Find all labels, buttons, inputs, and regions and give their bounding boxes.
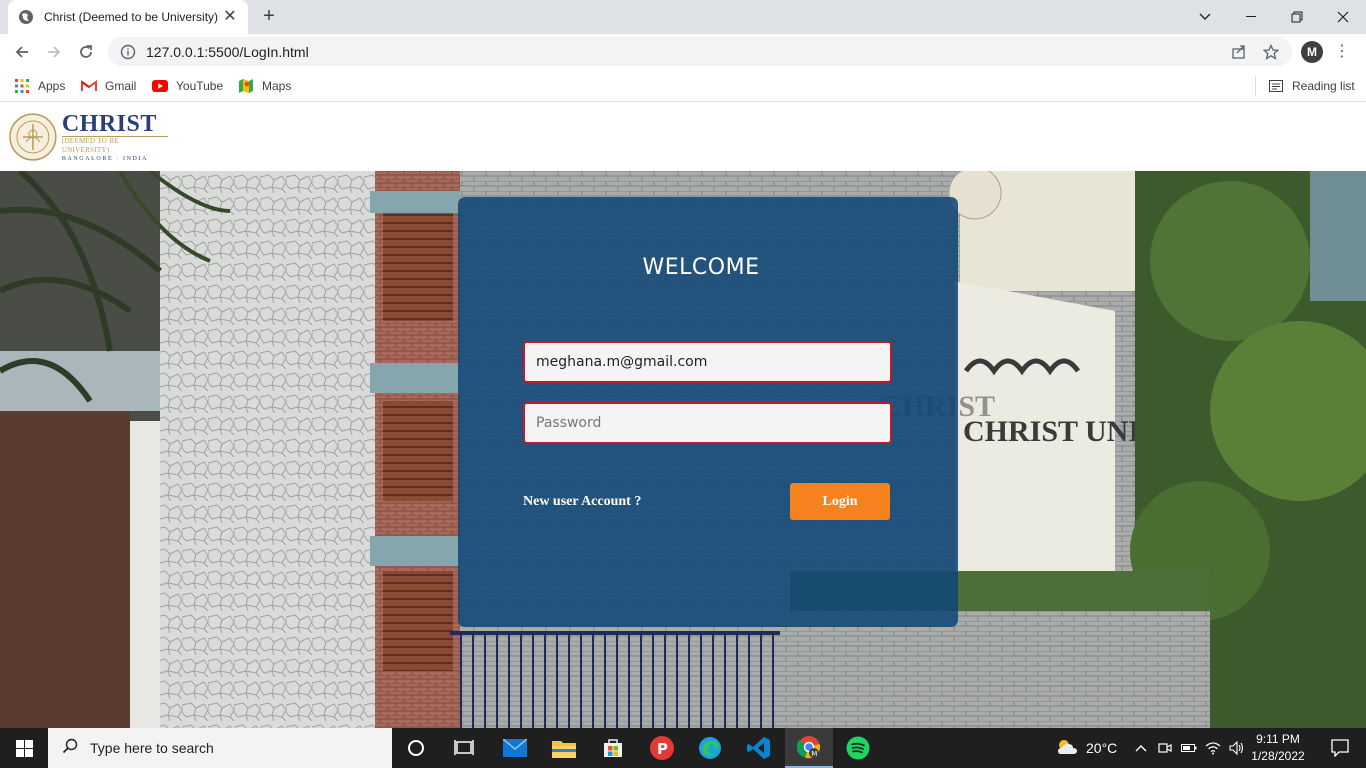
tab-search-chevron-icon[interactable] <box>1182 0 1228 34</box>
reading-list-icon <box>1268 78 1284 94</box>
login-button[interactable]: Login <box>790 483 890 520</box>
bookmark-gmail[interactable]: Gmail <box>81 76 136 96</box>
profile-avatar[interactable]: M <box>1301 41 1323 63</box>
bookmarks-bar: Apps Gmail YouTube Maps Reading list <box>0 70 1366 102</box>
email-field[interactable] <box>523 341 892 383</box>
new-user-account-link[interactable]: New user Account ? <box>523 494 641 510</box>
windows-taskbar: Type here to search P M 20°C 9:11 PM 1/2… <box>0 728 1366 768</box>
search-placeholder: Type here to search <box>90 740 214 756</box>
meet-now-icon[interactable] <box>1156 728 1174 768</box>
forward-arrow-icon[interactable] <box>40 38 68 66</box>
taskbar-search-box[interactable]: Type here to search <box>48 728 392 768</box>
tray-chevron-up-icon[interactable] <box>1132 728 1150 768</box>
bookmark-star-icon[interactable] <box>1261 42 1281 62</box>
pdf-app-icon[interactable]: P <box>638 728 686 768</box>
close-tab-icon[interactable]: ✕ <box>222 9 238 25</box>
edge-browser-icon[interactable] <box>686 728 734 768</box>
logo-name: CHRIST <box>61 110 157 137</box>
file-explorer-icon[interactable] <box>540 728 588 768</box>
maps-icon <box>238 78 254 94</box>
notification-center-icon[interactable] <box>1320 728 1360 768</box>
tab-title: Christ (Deemed to be University) <box>44 10 219 24</box>
logo-subtitle: (DEEMED TO BE UNIVERSITY) <box>61 135 168 155</box>
wifi-icon[interactable] <box>1204 728 1222 768</box>
minimize-button[interactable] <box>1228 0 1274 34</box>
share-icon[interactable] <box>1229 42 1249 62</box>
login-card: WELCOME New user Account ? Login <box>458 197 958 627</box>
password-field[interactable] <box>523 402 892 444</box>
restore-button[interactable] <box>1274 0 1320 34</box>
close-window-button[interactable] <box>1320 0 1366 34</box>
partly-cloudy-icon <box>1056 738 1078 759</box>
back-arrow-icon[interactable] <box>8 38 36 66</box>
battery-icon[interactable] <box>1180 728 1198 768</box>
bookmark-label: YouTube <box>176 79 224 93</box>
browser-toolbar: 127.0.0.1:5500/LogIn.html <box>0 34 1366 70</box>
christ-logo[interactable]: CHRIST (DEEMED TO BE UNIVERSITY) BANGALO… <box>8 111 168 163</box>
new-tab-button[interactable]: + <box>256 5 282 29</box>
svg-text:M: M <box>811 750 817 758</box>
bookmark-label: Gmail <box>105 79 137 93</box>
bookmark-youtube[interactable]: YouTube <box>152 76 223 96</box>
weather-widget[interactable]: 20°C <box>1056 728 1117 768</box>
browser-tab[interactable]: Christ (Deemed to be University) ✕ <box>8 0 248 34</box>
task-view-icon[interactable] <box>440 728 488 768</box>
bookmark-apps[interactable]: Apps <box>14 76 65 96</box>
vscode-icon[interactable] <box>735 728 783 768</box>
clock-time: 9:11 PM <box>1256 732 1300 746</box>
spotify-icon[interactable] <box>834 728 882 768</box>
menu-kebab-icon[interactable]: ⋮ <box>1334 40 1350 64</box>
bookmark-label: Apps <box>38 79 66 93</box>
chrome-icon[interactable]: M <box>785 728 833 768</box>
logo-location: BANGALORE · INDIA <box>61 155 149 162</box>
weather-temperature: 20°C <box>1086 740 1118 756</box>
cortana-icon[interactable] <box>392 728 440 768</box>
reload-icon[interactable] <box>72 38 100 66</box>
gmail-icon <box>81 78 97 94</box>
mail-icon[interactable] <box>491 728 539 768</box>
globe-icon <box>18 9 34 25</box>
welcome-heading: WELCOME <box>642 255 760 280</box>
svg-text:P: P <box>657 740 668 758</box>
university-seal-icon <box>9 113 57 161</box>
system-clock[interactable]: 9:11 PM 1/28/2022 <box>1248 731 1308 765</box>
reading-list-button[interactable]: Reading list <box>1255 76 1355 96</box>
volume-icon[interactable] <box>1228 728 1246 768</box>
address-bar[interactable]: 127.0.0.1:5500/LogIn.html <box>108 37 1292 66</box>
bookmark-maps[interactable]: Maps <box>238 76 291 96</box>
reading-list-label: Reading list <box>1292 79 1355 93</box>
site-header: CHRIST (DEEMED TO BE UNIVERSITY) BANGALO… <box>0 103 1366 171</box>
search-icon <box>62 738 78 759</box>
youtube-icon <box>152 78 168 94</box>
site-info-icon[interactable] <box>120 44 136 60</box>
apps-grid-icon <box>14 78 30 94</box>
url-text: 127.0.0.1:5500/LogIn.html <box>146 43 309 60</box>
browser-tab-strip: Christ (Deemed to be University) ✕ + <box>0 0 1366 34</box>
store-icon[interactable] <box>589 728 637 768</box>
clock-date: 1/28/2022 <box>1251 749 1305 763</box>
bookmark-label: Maps <box>262 79 292 93</box>
windows-start-icon[interactable] <box>0 728 48 768</box>
